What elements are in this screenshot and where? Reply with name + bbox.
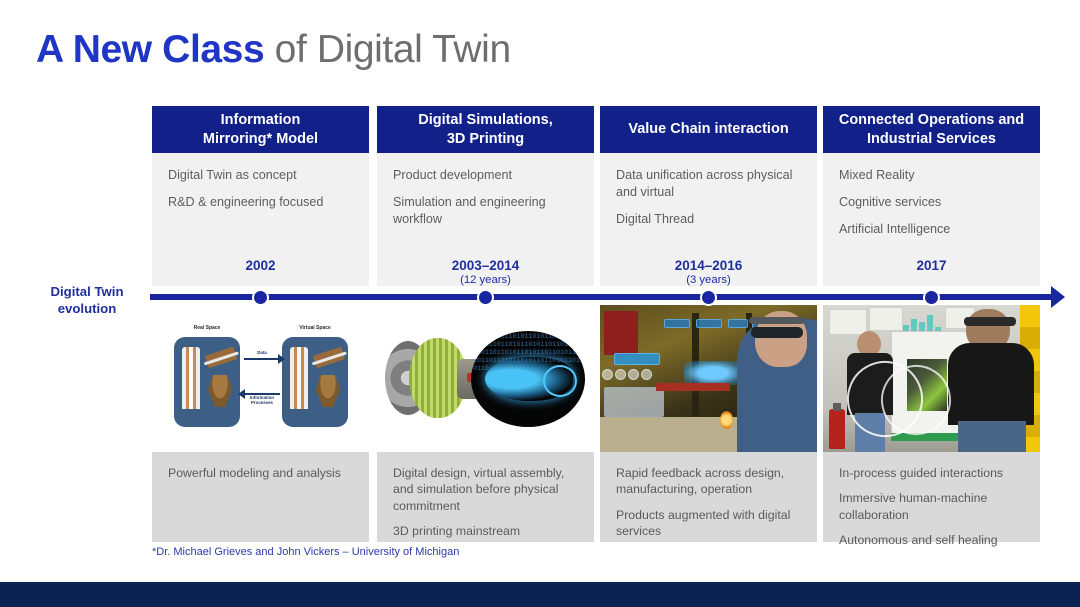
technician-right xyxy=(948,309,1034,453)
stage-column-3: Value Chain interaction xyxy=(600,106,817,153)
stage-image-1: Real Space Virtual Space Data Informatio… xyxy=(152,305,369,453)
hololens-visor-icon xyxy=(751,327,803,338)
diagram-label-virtual-space: Virtual Space xyxy=(299,325,331,331)
timeline-marker-2[interactable] xyxy=(477,289,494,306)
hololens-band-icon xyxy=(749,317,805,324)
diagram-arrow-line-top xyxy=(244,358,280,360)
stage-2-point-2: Simulation and engineering workflow xyxy=(393,194,546,226)
stage-3-point-1: Data unification across physical and vir… xyxy=(616,168,793,199)
technicians-ar-photo xyxy=(823,305,1040,453)
stage-bottom-panel-1: Powerful modeling and analysis xyxy=(152,452,369,542)
digital-twin-oval: 1101011011010110101101101011010110110101… xyxy=(471,331,585,427)
stage-year-3: 2014–2016 (3 years) xyxy=(600,258,817,287)
footnote: *Dr. Michael Grieves and John Vickers – … xyxy=(152,546,460,558)
stage-image-2: 1101011011010110101101101011010110110101… xyxy=(377,305,594,453)
stage-header-2-line2: 3D Printing xyxy=(446,130,525,147)
timeline-axis-label: Digital Twin evolution xyxy=(28,284,146,317)
stage-4-outcome-1: In-process guided interactions xyxy=(839,466,1004,480)
stage-column-2: Digital Simulations, 3D Printing xyxy=(377,106,594,153)
stage-header-1-line1: Information xyxy=(220,111,301,128)
wall-document-2 xyxy=(869,307,903,331)
stage-1-outcome-1: Powerful modeling and analysis xyxy=(168,466,341,480)
real-virtual-space-diagram-icon: Real Space Virtual Space Data Informatio… xyxy=(174,325,348,433)
stage-2-point-1: Product development xyxy=(393,168,513,182)
ar-panel-1 xyxy=(664,319,690,328)
stage-bottom-panel-3: Rapid feedback across design, manufactur… xyxy=(600,452,817,542)
photo-lamp-glow xyxy=(720,411,733,429)
stage-4-outcome-3: Autonomous and self healing xyxy=(839,533,998,548)
timeline-axis-line xyxy=(150,294,1055,300)
rocket-icon-real xyxy=(182,347,200,409)
ar-red-bar xyxy=(656,383,730,391)
stage-3-outcome-1: Rapid feedback across design, manufactur… xyxy=(616,466,785,497)
diagram-arrowhead-right xyxy=(278,354,285,364)
stage-1-point-1: Digital Twin as concept xyxy=(168,168,297,182)
stage-year-2: 2003–2014 (12 years) xyxy=(377,258,594,287)
stage-2-outcome-2: 3D printing mainstream xyxy=(393,524,521,539)
fire-extinguisher-icon xyxy=(829,403,845,449)
stage-column-1: Information Mirroring* Model xyxy=(152,106,369,153)
ar-panel-5 xyxy=(614,353,660,365)
stage-header-4-line2: Industrial Services xyxy=(867,130,996,147)
stage-year-2-sub: (12 years) xyxy=(460,273,511,286)
timeline-marker-4[interactable] xyxy=(923,289,940,306)
technician-right-legs xyxy=(958,421,1026,453)
jet-engine-digital-twin-icon: 1101011011010110101101101011010110110101… xyxy=(385,327,585,431)
stage-header-4: Connected Operations and Industrial Serv… xyxy=(823,106,1040,153)
stage-3-point-2: Digital Thread xyxy=(616,211,695,226)
stage-4-outcome-2: Immersive human-machine collaboration xyxy=(839,491,988,522)
ar-panel-2 xyxy=(696,319,722,328)
stage-year-1-value: 2002 xyxy=(245,258,276,273)
stage-header-3-line1: Value Chain interaction xyxy=(628,121,789,138)
stage-year-2-value: 2003–2014 xyxy=(451,258,520,273)
diagram-arrow-bottom-label: Information Processes xyxy=(249,395,275,405)
stage-header-2: Digital Simulations, 3D Printing xyxy=(377,106,594,153)
stage-year-1: 2002 xyxy=(152,258,369,274)
ar-icon-row xyxy=(602,367,658,381)
stage-header-3: Value Chain interaction xyxy=(600,106,817,153)
timeline-marker-3[interactable] xyxy=(700,289,717,306)
stage-column-4: Connected Operations and Industrial Serv… xyxy=(823,106,1040,153)
stage-year-3-sub: (3 years) xyxy=(686,273,731,286)
page-title: A New Class of Digital Twin xyxy=(36,28,511,72)
page-title-rest: of Digital Twin xyxy=(264,28,511,71)
diagram-arrow-top-label: Data xyxy=(257,350,267,355)
ar-glasses-icon xyxy=(964,317,1016,326)
technician-right-torso xyxy=(948,343,1034,425)
slide-canvas: A New Class of Digital Twin Information … xyxy=(0,0,1080,607)
timeline-axis-label-line1: Digital Twin xyxy=(50,284,124,299)
stage-3-outcome-2: Products augmented with digital services xyxy=(616,507,791,539)
stage-4-point-3: Artificial Intelligence xyxy=(839,221,951,236)
stage-year-4: 2017 xyxy=(823,258,1040,274)
bottom-accent-bar xyxy=(0,582,1080,607)
stage-header-4-line1: Connected Operations and xyxy=(838,111,1025,128)
engine-wireframe-icon xyxy=(485,357,577,401)
timeline-axis-label-line2: evolution xyxy=(57,300,117,316)
rocket-icon-virtual xyxy=(290,347,308,409)
timeline-marker-1[interactable] xyxy=(252,289,269,306)
stage-header-1-line2: Mirroring* Model xyxy=(202,130,319,147)
stage-bottom-panel-2: Digital design, virtual assembly, and si… xyxy=(377,452,594,542)
stage-1-point-2: R&D & engineering focused xyxy=(168,194,324,209)
stage-header-1: Information Mirroring* Model xyxy=(152,106,369,153)
stage-2-outcome-1: Digital design, virtual assembly, and si… xyxy=(393,466,565,513)
ar-panel-9 xyxy=(604,387,664,417)
hololens-worker-photo xyxy=(600,305,817,453)
page-title-accent: A New Class xyxy=(36,28,265,71)
photo-red-panel xyxy=(604,311,638,355)
timeline-arrowhead-icon xyxy=(1051,286,1065,308)
stage-4-point-2: Cognitive services xyxy=(839,194,942,209)
stage-4-point-1: Mixed Reality xyxy=(839,168,915,182)
stage-header-2-line1: Digital Simulations, xyxy=(418,111,553,128)
stage-image-4 xyxy=(823,305,1040,453)
diagram-label-real-space: Real Space xyxy=(193,325,221,331)
stage-year-4-value: 2017 xyxy=(916,258,947,273)
stage-bottom-panel-4: In-process guided interactions Immersive… xyxy=(823,452,1040,547)
stage-year-3-value: 2014–2016 xyxy=(674,258,743,273)
ar-panel-3 xyxy=(728,319,748,328)
stage-image-3 xyxy=(600,305,817,453)
ar-hologram-device xyxy=(684,361,742,385)
